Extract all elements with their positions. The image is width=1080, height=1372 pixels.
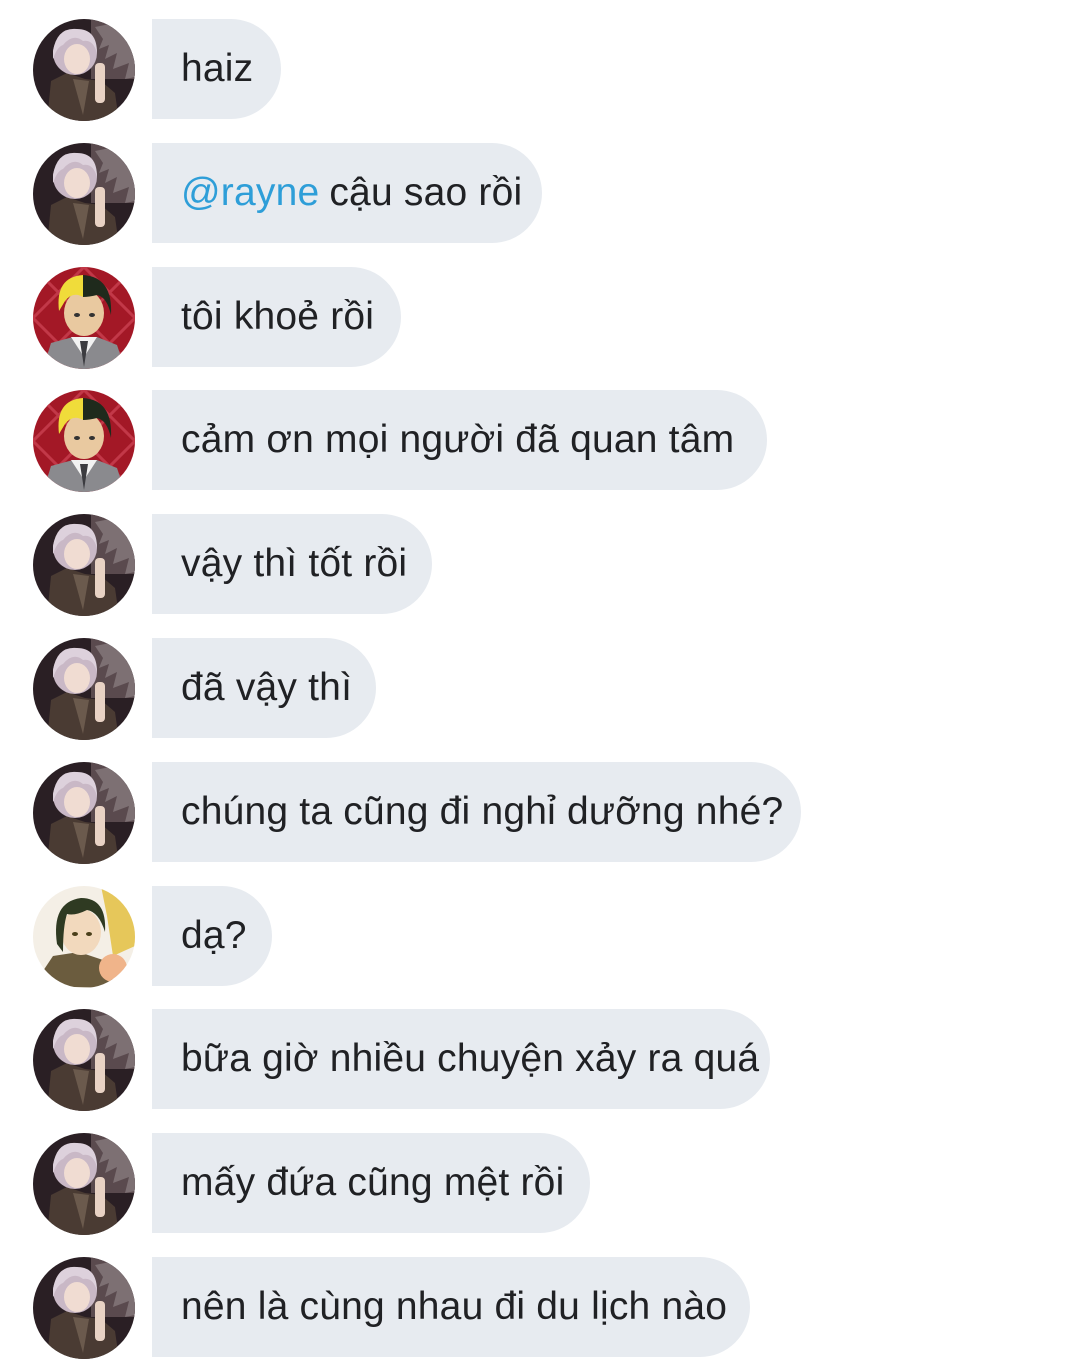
message-text: vậy thì tốt rồi <box>181 542 408 585</box>
avatar-blonde-black-hair-icon[interactable] <box>33 267 135 369</box>
message-bubble[interactable]: @rayne cậu sao rồi <box>152 143 542 243</box>
message-row: cảm ơn mọi người đã quan tâm <box>0 390 1080 492</box>
message-bubble[interactable]: bữa giờ nhiều chuyện xảy ra quá <box>152 1009 770 1109</box>
message-row: bữa giờ nhiều chuyện xảy ra quá <box>0 1009 1080 1111</box>
message-bubble[interactable]: cảm ơn mọi người đã quan tâm <box>152 390 767 490</box>
avatar-silver-hair-icon[interactable] <box>33 1257 135 1359</box>
avatar-silver-hair-icon[interactable] <box>33 19 135 121</box>
mention-link[interactable]: @rayne <box>181 171 319 215</box>
message-row: mấy đứa cũng mệt rồi <box>0 1133 1080 1235</box>
message-bubble[interactable]: mấy đứa cũng mệt rồi <box>152 1133 590 1233</box>
message-row: vậy thì tốt rồi <box>0 514 1080 616</box>
message-text: mấy đứa cũng mệt rồi <box>181 1161 565 1204</box>
message-text: cảm ơn mọi người đã quan tâm <box>181 418 735 461</box>
chat-thread: haiz @rayne cậu sao rồi tôi khoẻ rồi cảm… <box>0 0 1080 1372</box>
avatar-silver-hair-icon[interactable] <box>33 1133 135 1235</box>
message-text: chúng ta cũng đi nghỉ dưỡng nhé? <box>181 790 784 833</box>
message-bubble[interactable]: dạ? <box>152 886 272 986</box>
message-bubble[interactable]: chúng ta cũng đi nghỉ dưỡng nhé? <box>152 762 801 862</box>
message-text: đã vậy thì <box>181 666 353 709</box>
message-bubble[interactable]: nên là cùng nhau đi du lịch nào <box>152 1257 750 1357</box>
avatar-silver-hair-icon[interactable] <box>33 762 135 864</box>
message-bubble[interactable]: đã vậy thì <box>152 638 376 738</box>
message-text: cậu sao rồi <box>329 171 523 214</box>
message-row: tôi khoẻ rồi <box>0 267 1080 369</box>
avatar-green-hair-icon[interactable] <box>33 886 135 988</box>
message-row: haiz <box>0 19 1080 121</box>
message-text: nên là cùng nhau đi du lịch nào <box>181 1285 728 1328</box>
message-text: bữa giờ nhiều chuyện xảy ra quá <box>181 1037 760 1080</box>
avatar-silver-hair-icon[interactable] <box>33 1009 135 1111</box>
message-bubble[interactable]: vậy thì tốt rồi <box>152 514 432 614</box>
message-bubble[interactable]: haiz <box>152 19 281 119</box>
avatar-silver-hair-icon[interactable] <box>33 143 135 245</box>
message-bubble[interactable]: tôi khoẻ rồi <box>152 267 401 367</box>
message-row: chúng ta cũng đi nghỉ dưỡng nhé? <box>0 762 1080 864</box>
message-row: dạ? <box>0 886 1080 988</box>
avatar-silver-hair-icon[interactable] <box>33 638 135 740</box>
message-text: dạ? <box>181 914 247 957</box>
message-row: @rayne cậu sao rồi <box>0 143 1080 245</box>
message-row: đã vậy thì <box>0 638 1080 740</box>
message-row: nên là cùng nhau đi du lịch nào <box>0 1257 1080 1359</box>
message-text: tôi khoẻ rồi <box>181 295 375 338</box>
avatar-blonde-black-hair-icon[interactable] <box>33 390 135 492</box>
avatar-silver-hair-icon[interactable] <box>33 514 135 616</box>
message-text: haiz <box>181 47 254 90</box>
